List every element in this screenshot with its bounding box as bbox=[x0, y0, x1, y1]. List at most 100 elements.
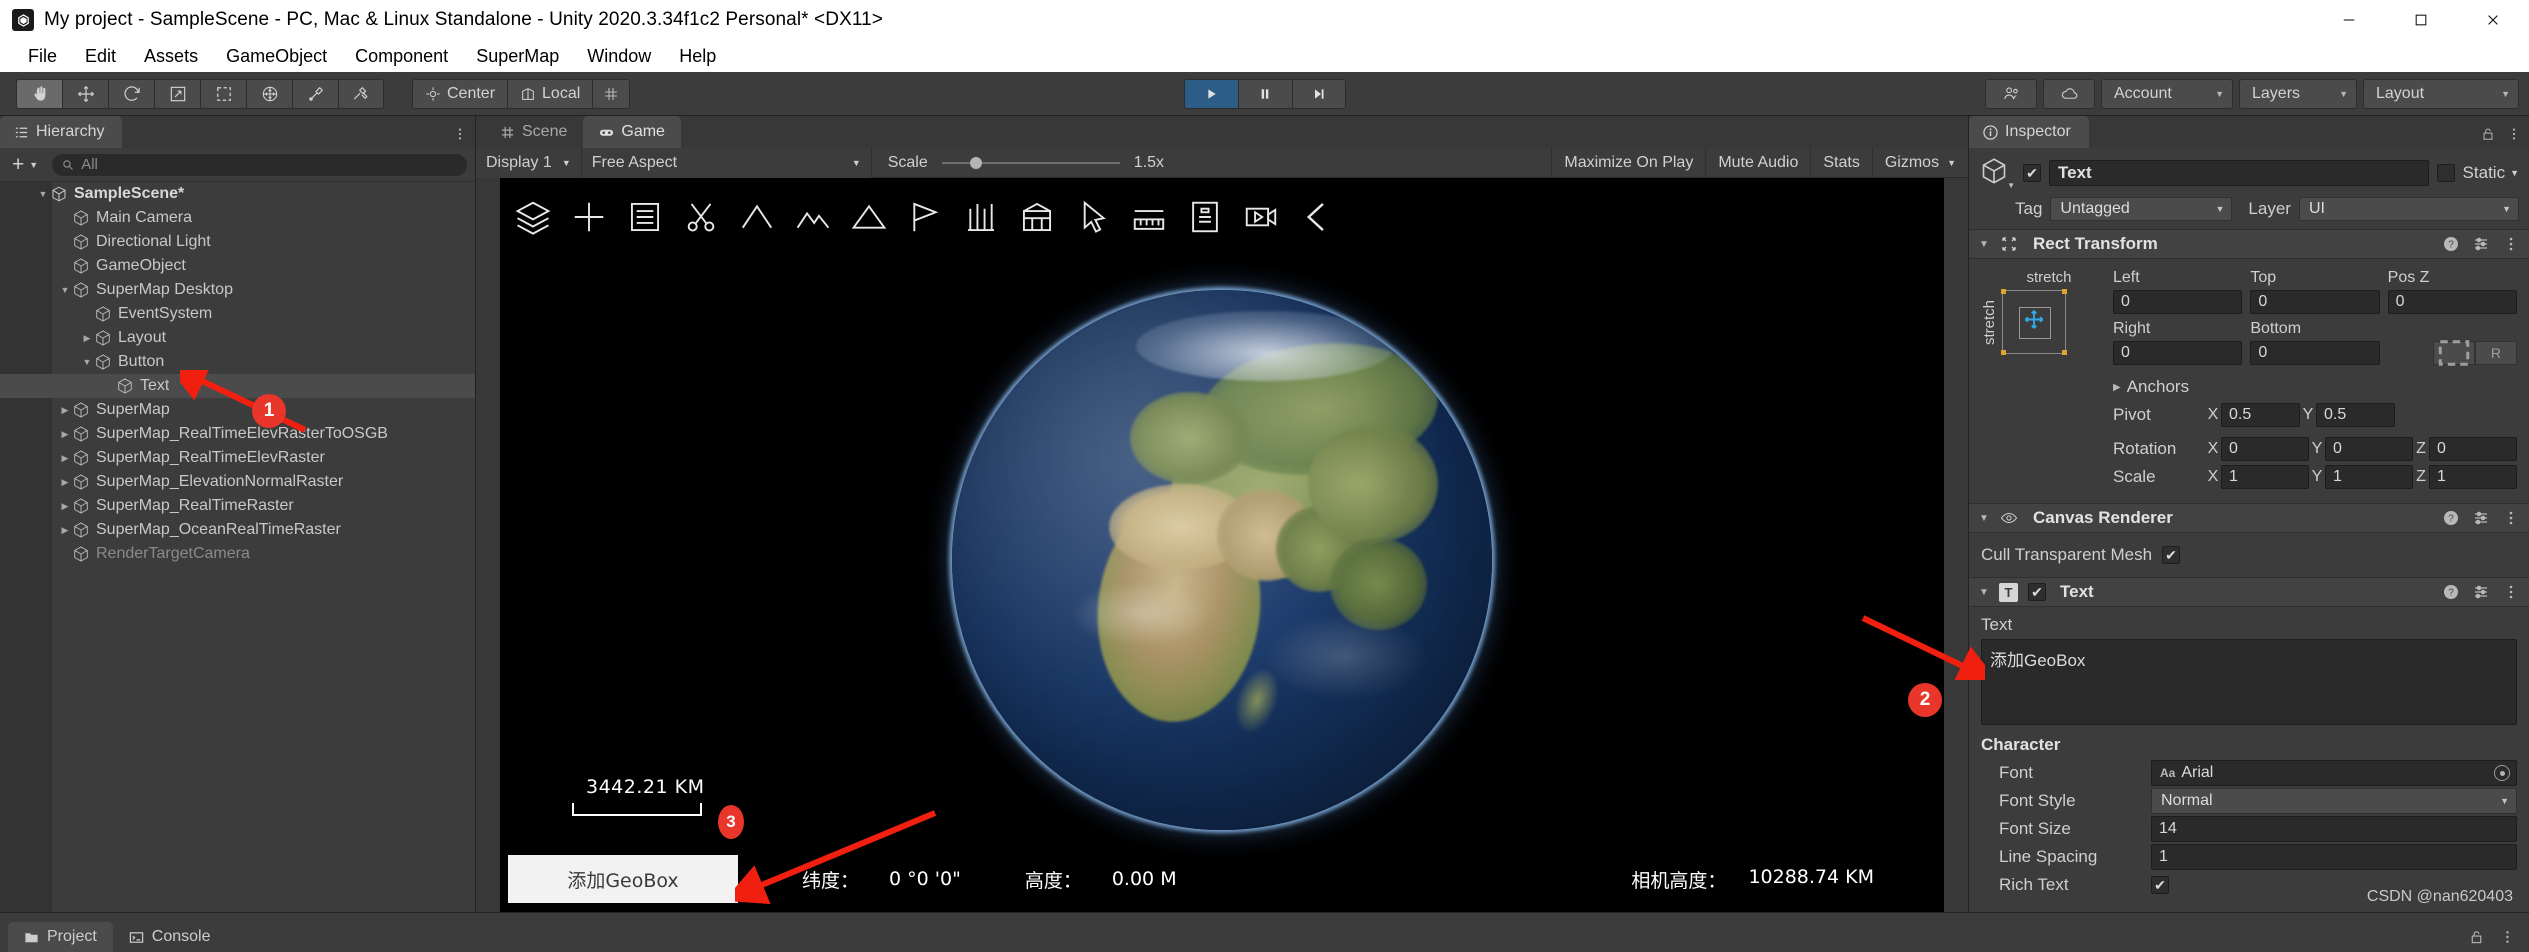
video-icon[interactable] bbox=[1242, 198, 1280, 236]
anchor-preset-widget[interactable]: stretch stretch bbox=[1981, 269, 2101, 491]
hierarchy-tree[interactable]: ▼SampleScene*▶Main Camera▶Directional Li… bbox=[0, 182, 475, 912]
mountain-icon[interactable] bbox=[738, 198, 776, 236]
rotate-tool-button[interactable] bbox=[108, 79, 154, 109]
help-icon[interactable]: ? bbox=[2443, 236, 2459, 252]
scale-slider[interactable] bbox=[942, 162, 1120, 164]
font-size-input[interactable]: 14 bbox=[2151, 816, 2517, 842]
preset-icon[interactable] bbox=[2473, 510, 2489, 526]
text-component-header[interactable]: ▼ T ✔ Text ? bbox=[1969, 577, 2529, 607]
kebab-menu-icon[interactable] bbox=[2500, 929, 2515, 945]
pivot-y-input[interactable]: 0.5 bbox=[2316, 403, 2395, 427]
rect-tool-button[interactable] bbox=[200, 79, 246, 109]
settings-tool-button[interactable] bbox=[338, 79, 384, 109]
tab-console[interactable]: Console bbox=[113, 922, 227, 952]
font-object-field[interactable]: Aa Arial bbox=[2151, 760, 2517, 786]
transform-tool-button[interactable] bbox=[246, 79, 292, 109]
collapse-triangle-icon[interactable]: ▼ bbox=[1979, 239, 1991, 250]
pointer-icon[interactable] bbox=[1074, 198, 1112, 236]
expand-triangle-icon[interactable]: ▶ bbox=[58, 429, 72, 440]
hierarchy-item-gameobject[interactable]: ▶GameObject bbox=[0, 254, 475, 278]
line-spacing-input[interactable]: 1 bbox=[2151, 844, 2517, 870]
menu-assets[interactable]: Assets bbox=[130, 43, 212, 70]
hierarchy-item-rendertargetcamera[interactable]: ▶RenderTargetCamera bbox=[0, 542, 475, 566]
hand-tool-button[interactable] bbox=[16, 79, 62, 109]
collapse-triangle-icon[interactable]: ▼ bbox=[36, 189, 50, 199]
anchor-preset-box[interactable] bbox=[2002, 290, 2066, 354]
object-enabled-checkbox[interactable]: ✔ bbox=[2023, 164, 2041, 182]
grid-snap-button[interactable] bbox=[592, 79, 630, 109]
kebab-menu-icon[interactable] bbox=[453, 126, 467, 142]
scale-slider-group[interactable]: Scale 1.5x bbox=[872, 154, 1180, 172]
mute-audio-button[interactable]: Mute Audio bbox=[1705, 148, 1810, 178]
ruler-icon[interactable] bbox=[1130, 198, 1168, 236]
rotation-y-input[interactable]: 0 bbox=[2325, 437, 2413, 461]
menu-supermap[interactable]: SuperMap bbox=[462, 43, 573, 70]
tab-inspector[interactable]: Inspector bbox=[1969, 116, 2089, 148]
scale-tool-button[interactable] bbox=[154, 79, 200, 109]
maximize-button[interactable] bbox=[2385, 0, 2457, 40]
cloud-icon[interactable] bbox=[2043, 79, 2095, 109]
pause-button[interactable] bbox=[1238, 79, 1292, 109]
layer-dropdown[interactable]: UI ▼ bbox=[2299, 197, 2519, 221]
back-icon[interactable] bbox=[1298, 198, 1336, 236]
scissors-icon[interactable] bbox=[682, 198, 720, 236]
tab-scene[interactable]: Scene bbox=[484, 116, 583, 148]
expand-triangle-icon[interactable]: ▶ bbox=[58, 453, 72, 464]
raw-edit-button[interactable]: R bbox=[2475, 341, 2517, 365]
hierarchy-item-supermap-realtimeelevraster[interactable]: ▶SuperMap_RealTimeElevRaster bbox=[0, 446, 475, 470]
right-input[interactable]: 0 bbox=[2113, 341, 2242, 365]
expand-triangle-icon[interactable]: ▶ bbox=[80, 333, 94, 344]
play-button[interactable] bbox=[1184, 79, 1238, 109]
object-name-field[interactable]: Text bbox=[2049, 160, 2429, 186]
scale-slider-knob[interactable] bbox=[970, 157, 982, 169]
tag-dropdown[interactable]: Untagged ▼ bbox=[2050, 197, 2232, 221]
close-button[interactable] bbox=[2457, 0, 2529, 40]
posz-input[interactable]: 0 bbox=[2388, 290, 2517, 314]
text-component-enabled-checkbox[interactable]: ✔ bbox=[2028, 583, 2046, 601]
add-geobox-button[interactable]: 添加GeoBox bbox=[508, 855, 738, 903]
font-style-dropdown[interactable]: Normal ▼ bbox=[2151, 788, 2517, 814]
object-picker-icon[interactable] bbox=[2494, 765, 2510, 781]
flag-icon[interactable] bbox=[906, 198, 944, 236]
lock-icon[interactable] bbox=[2481, 126, 2495, 142]
account-dropdown[interactable]: Account ▼ bbox=[2101, 79, 2233, 109]
move-tool-button[interactable] bbox=[62, 79, 108, 109]
rotation-z-input[interactable]: 0 bbox=[2429, 437, 2517, 461]
game-view-canvas[interactable]: 3442.21 KM 添加GeoBox 纬度： 0 °0 '0" 高度： 0.0… bbox=[500, 178, 1944, 912]
hierarchy-item-samplescene[interactable]: ▼SampleScene* bbox=[0, 182, 475, 206]
pivot-rotation-button[interactable]: Local bbox=[507, 79, 592, 109]
blueprint-mode-button[interactable] bbox=[2433, 341, 2475, 365]
hierarchy-item-supermap[interactable]: ▶SuperMap bbox=[0, 398, 475, 422]
tab-game[interactable]: Game bbox=[583, 116, 681, 148]
hierarchy-item-main-camera[interactable]: ▶Main Camera bbox=[0, 206, 475, 230]
preset-icon[interactable] bbox=[2473, 236, 2489, 252]
tab-project[interactable]: Project bbox=[8, 922, 113, 952]
document-icon[interactable] bbox=[1186, 198, 1224, 236]
minimize-button[interactable] bbox=[2313, 0, 2385, 40]
static-dropdown[interactable]: Static ▼ bbox=[2463, 163, 2519, 183]
cull-transparent-mesh-checkbox[interactable]: ✔ bbox=[2162, 546, 2180, 564]
collapse-triangle-icon[interactable]: ▼ bbox=[1979, 513, 1991, 524]
expand-triangle-icon[interactable]: ▶ bbox=[58, 501, 72, 512]
bottom-input[interactable]: 0 bbox=[2250, 341, 2379, 365]
hierarchy-item-supermap-realtimeraster[interactable]: ▶SuperMap_RealTimeRaster bbox=[0, 494, 475, 518]
help-icon[interactable]: ? bbox=[2443, 584, 2459, 600]
rich-text-checkbox[interactable]: ✔ bbox=[2151, 876, 2169, 894]
scale-z-input[interactable]: 1 bbox=[2429, 465, 2517, 489]
hierarchy-item-button[interactable]: ▼Button bbox=[0, 350, 475, 374]
menu-gameobject[interactable]: GameObject bbox=[212, 43, 341, 70]
menu-file[interactable]: File bbox=[14, 43, 71, 70]
stats-button[interactable]: Stats bbox=[1810, 148, 1871, 178]
expand-triangle-icon[interactable]: ▶ bbox=[58, 477, 72, 488]
scale-y-input[interactable]: 1 bbox=[2325, 465, 2413, 489]
collab-icon[interactable] bbox=[1985, 79, 2037, 109]
list-icon[interactable] bbox=[626, 198, 664, 236]
menu-component[interactable]: Component bbox=[341, 43, 462, 70]
chevron-down-icon[interactable]: ▼ bbox=[2007, 181, 2015, 190]
pivot-x-input[interactable]: 0.5 bbox=[2221, 403, 2300, 427]
expand-triangle-icon[interactable]: ▶ bbox=[58, 525, 72, 536]
collapse-triangle-icon[interactable]: ▼ bbox=[80, 357, 94, 367]
hierarchy-item-directional-light[interactable]: ▶Directional Light bbox=[0, 230, 475, 254]
collapse-triangle-icon[interactable]: ▼ bbox=[1979, 587, 1991, 598]
tab-hierarchy[interactable]: Hierarchy bbox=[0, 116, 122, 148]
